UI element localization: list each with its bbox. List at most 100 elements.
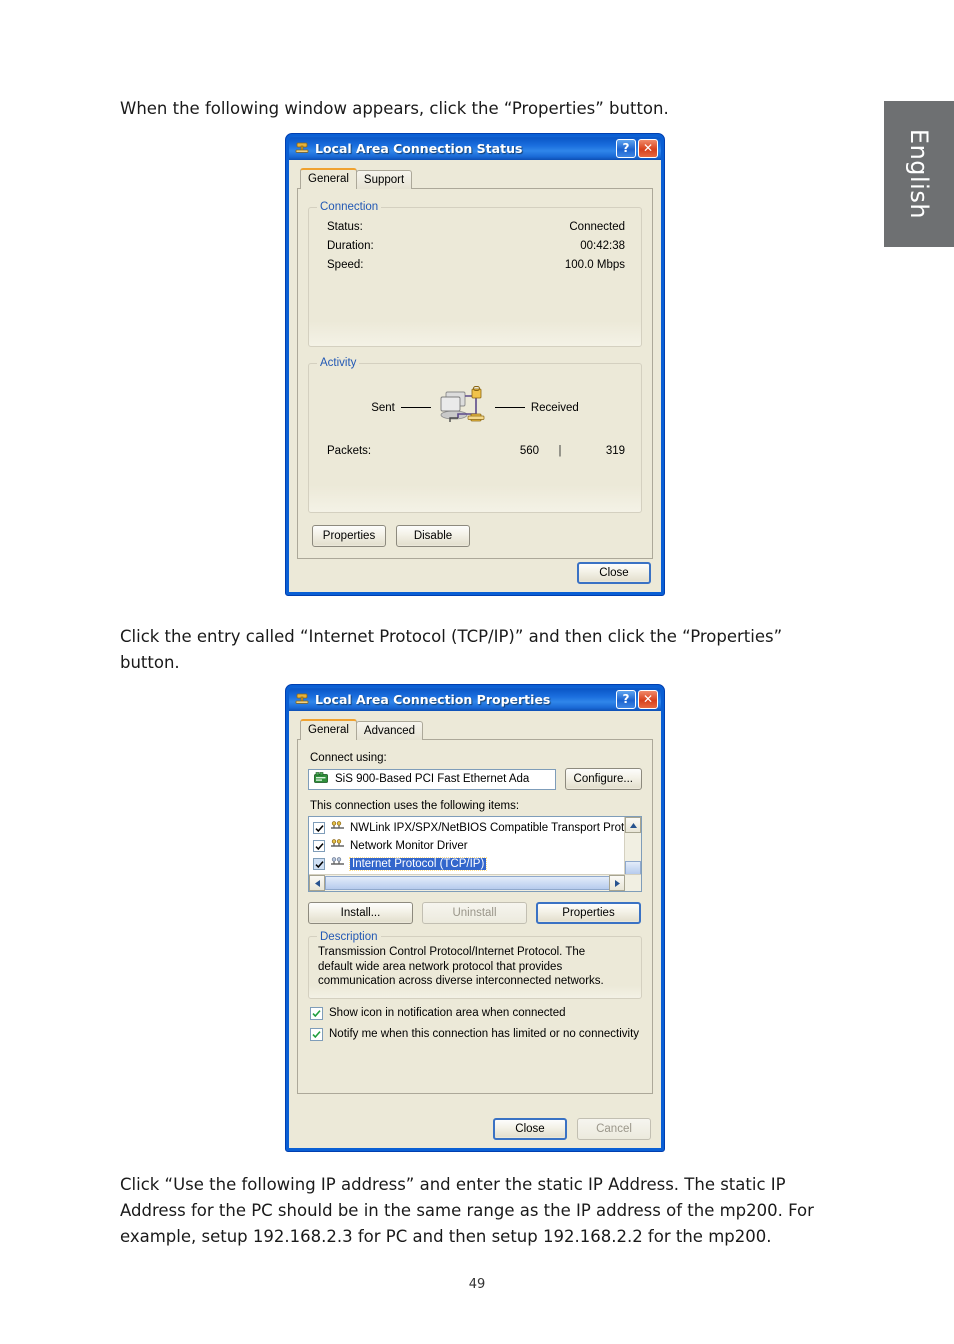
checkbox-icon[interactable] xyxy=(310,1027,323,1041)
page-number: 49 xyxy=(468,1277,486,1292)
connection-groupbox: Connection Status: Connected Duration: 0… xyxy=(308,201,642,347)
status-general-tabpanel: Connection Status: Connected Duration: 0… xyxy=(297,188,653,559)
protocol-icon xyxy=(330,821,345,835)
properties-dialog-tabstrip: General Advanced xyxy=(297,719,653,740)
local-area-connection-status-dialog: Local Area Connection Status ? ✕ General… xyxy=(285,133,665,596)
connection-groupbox-title: Connection xyxy=(317,201,382,213)
connect-using-row: SiS 900-Based PCI Fast Ethernet Ada Conf… xyxy=(308,768,642,790)
disable-button[interactable]: Disable xyxy=(396,525,470,547)
activity-groupbox-title: Activity xyxy=(317,357,360,369)
scroll-left-icon[interactable] xyxy=(309,875,325,891)
instruction-paragraph-2: Click the entry called “Internet Protoco… xyxy=(120,627,783,672)
instruction-paragraph-3: Click “Use the following IP address” and… xyxy=(120,1175,814,1246)
duration-row: Duration: 00:42:38 xyxy=(319,237,631,256)
status-dialog-tabstrip: General Support xyxy=(297,168,653,189)
properties-dialog-footer: Close Cancel xyxy=(493,1118,651,1140)
tab-general[interactable]: General xyxy=(300,719,357,740)
scroll-right-icon[interactable] xyxy=(609,875,625,891)
duration-row-value: 00:42:38 xyxy=(580,240,625,252)
received-dash-icon xyxy=(494,407,525,408)
description-groupbox: Description Transmission Control Protoco… xyxy=(308,930,642,999)
description-groupbox-title: Description xyxy=(317,930,381,945)
components-list: NWLink IPX/SPX/NetBIOS Compatible Transp… xyxy=(309,817,641,873)
packets-separator: | xyxy=(558,445,562,457)
packets-label: Packets: xyxy=(327,445,372,457)
list-item-label: NWLink IPX/SPX/NetBIOS Compatible Transp… xyxy=(350,822,625,834)
component-action-buttons: Install... Uninstall Properties xyxy=(308,902,642,924)
protocol-icon xyxy=(330,839,345,853)
sent-dash-icon xyxy=(400,407,431,408)
adapter-name: SiS 900-Based PCI Fast Ethernet Ada xyxy=(335,773,530,785)
packets-received-value: 319 xyxy=(605,445,625,457)
status-row: Status: Connected xyxy=(319,218,631,237)
sent-label: Sent xyxy=(371,401,395,414)
properties-general-tabpanel: Connect using: SiS 900-Based PCI Fast Et… xyxy=(297,739,653,1094)
status-dialog-title-buttons: ? ✕ xyxy=(616,138,658,158)
list-item-selected[interactable]: Internet Protocol (TCP/IP) xyxy=(309,855,641,873)
close-button[interactable]: Close xyxy=(577,562,651,584)
tab-support[interactable]: Support xyxy=(355,170,413,189)
cancel-button: Cancel xyxy=(577,1118,651,1140)
close-button[interactable]: Close xyxy=(493,1118,567,1140)
component-properties-button[interactable]: Properties xyxy=(536,902,641,924)
activity-diagram: Sent Received xyxy=(319,384,631,431)
close-icon[interactable]: ✕ xyxy=(638,689,658,709)
properties-button[interactable]: Properties xyxy=(312,525,386,547)
network-connection-icon xyxy=(294,691,310,707)
listbox-horizontal-scrollbar[interactable] xyxy=(309,874,641,891)
uninstall-button: Uninstall xyxy=(422,902,527,924)
checkbox-icon[interactable] xyxy=(313,822,325,834)
notify-option[interactable]: Notify me when this connection has limit… xyxy=(308,1027,642,1041)
duration-row-label: Duration: xyxy=(327,240,374,252)
speed-row-value: 100.0 Mbps xyxy=(564,259,625,271)
status-dialog-title: Local Area Connection Status xyxy=(315,140,523,156)
status-row-label: Status: xyxy=(327,221,363,233)
properties-dialog-title-buttons: ? ✕ xyxy=(616,689,658,709)
language-side-tab-label: English xyxy=(905,128,933,220)
close-icon[interactable]: ✕ xyxy=(638,138,658,158)
configure-button[interactable]: Configure... xyxy=(564,768,642,790)
properties-dialog-title: Local Area Connection Properties xyxy=(315,691,551,707)
vertical-scroll-thumb[interactable] xyxy=(625,861,641,875)
list-item[interactable]: Network Monitor Driver xyxy=(309,837,641,855)
notify-option-label: Notify me when this connection has limit… xyxy=(329,1028,640,1040)
status-action-buttons: Properties Disable xyxy=(308,525,642,547)
network-connection-icon xyxy=(294,140,310,156)
instruction-paragraph-1: When the following window appears, click… xyxy=(120,99,669,118)
received-label: Received xyxy=(530,401,579,414)
list-item-label: Internet Protocol (TCP/IP) xyxy=(348,857,488,871)
connect-using-label: Connect using: xyxy=(310,752,387,764)
packets-row: Packets: 560 | 319 xyxy=(319,445,631,457)
horizontal-scroll-thumb[interactable] xyxy=(325,876,625,890)
language-side-tab: English xyxy=(884,101,954,247)
tab-general[interactable]: General xyxy=(300,168,357,189)
description-text: Transmission Control Protocol/Internet P… xyxy=(318,946,604,987)
show-icon-option-label: Show icon in notification area when conn… xyxy=(329,1007,566,1019)
speed-row-label: Speed: xyxy=(327,259,364,271)
status-row-value: Connected xyxy=(569,221,625,233)
status-dialog-titlebar[interactable]: Local Area Connection Status ? ✕ xyxy=(289,136,661,160)
help-icon[interactable]: ? xyxy=(616,689,636,709)
items-label: This connection uses the following items… xyxy=(310,800,520,812)
checkbox-icon[interactable] xyxy=(313,840,325,852)
network-activity-icon xyxy=(437,384,489,431)
list-item-label: Network Monitor Driver xyxy=(350,840,468,852)
speed-row: Speed: 100.0 Mbps xyxy=(319,256,631,275)
show-icon-option[interactable]: Show icon in notification area when conn… xyxy=(308,1006,642,1020)
status-dialog-footer: Close xyxy=(577,562,651,584)
list-item[interactable]: NWLink IPX/SPX/NetBIOS Compatible Transp… xyxy=(309,819,641,837)
properties-dialog-titlebar[interactable]: Local Area Connection Properties ? ✕ xyxy=(289,687,661,711)
status-dialog-body: General Support Connection Status: Conne… xyxy=(289,160,661,592)
checkbox-icon[interactable] xyxy=(310,1006,323,1020)
install-button[interactable]: Install... xyxy=(308,902,413,924)
packets-sent-value: 560 xyxy=(519,445,539,457)
components-listbox[interactable]: NWLink IPX/SPX/NetBIOS Compatible Transp… xyxy=(308,816,642,892)
tab-advanced[interactable]: Advanced xyxy=(355,721,424,740)
protocol-icon xyxy=(330,857,345,871)
network-adapter-icon xyxy=(314,771,329,787)
local-area-connection-properties-dialog: Local Area Connection Properties ? ✕ Gen… xyxy=(285,684,665,1152)
scroll-up-icon[interactable] xyxy=(625,817,641,833)
checkbox-icon[interactable] xyxy=(313,858,325,870)
adapter-combo[interactable]: SiS 900-Based PCI Fast Ethernet Ada xyxy=(308,768,556,790)
help-icon[interactable]: ? xyxy=(616,138,636,158)
